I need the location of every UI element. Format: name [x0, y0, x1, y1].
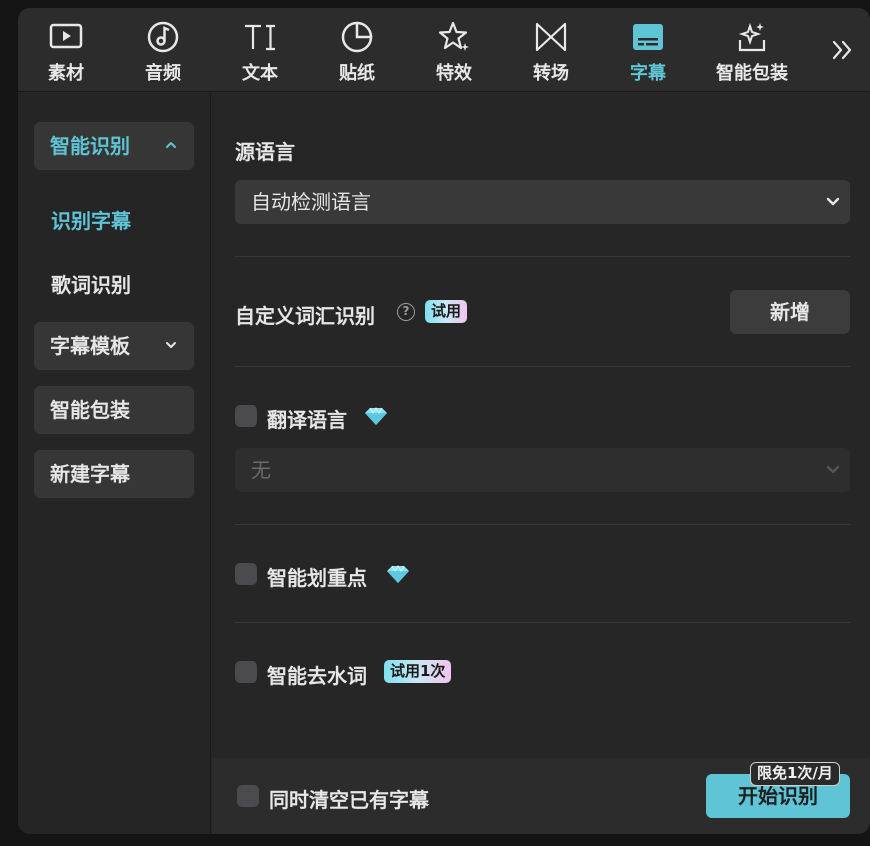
sidebar: 智能识别 识别字幕 歌词识别 字幕模板 智能包装 新建字幕: [18, 93, 211, 834]
diamond-vip-icon: [365, 407, 387, 425]
footer-bar: 同时清空已有字幕 开始识别 限免1次/月: [212, 758, 870, 834]
diamond-vip-icon: [387, 565, 409, 583]
tab-effects[interactable]: 特效: [406, 8, 502, 92]
sidebar-item-recognize-subtitles[interactable]: 识别字幕: [51, 205, 131, 234]
tab-text-label: 文本: [242, 63, 278, 84]
custom-vocab-title: 自定义词汇识别: [235, 304, 375, 328]
filler-removal-label: 智能去水词: [267, 664, 367, 688]
tab-transition[interactable]: 转场: [503, 8, 599, 92]
chevron-down-icon: [826, 465, 840, 474]
sidebar-item-subtitle-templates[interactable]: 字幕模板: [34, 322, 194, 370]
sticker-icon: [339, 20, 375, 54]
divider: [235, 524, 850, 525]
effects-star-icon: [436, 20, 472, 54]
trial-badge: 试用: [425, 300, 468, 323]
tab-subtitle[interactable]: 字幕: [600, 8, 696, 92]
divider: [235, 256, 850, 257]
subtitle-panel: 素材 音频 文本 贴纸 特效 转场 字幕 智能包装 智能识别 识别字幕 歌词识别…: [18, 8, 870, 834]
tab-text[interactable]: 文本: [212, 8, 308, 92]
sidebar-item-label: 字幕模板: [50, 334, 130, 358]
sidebar-item-smart-package[interactable]: 智能包装: [34, 386, 194, 434]
translate-checkbox[interactable]: [235, 405, 257, 427]
quota-badge: 限免1次/月: [750, 762, 840, 786]
sidebar-item-lyrics-recognition[interactable]: 歌词识别: [51, 269, 131, 298]
translate-language-value: 无: [251, 458, 271, 482]
media-play-icon: [48, 20, 84, 54]
filler-removal-checkbox[interactable]: [235, 661, 257, 683]
clear-existing-checkbox[interactable]: [237, 785, 259, 807]
smart-highlight-checkbox[interactable]: [235, 563, 257, 585]
chevron-up-icon: [164, 122, 178, 170]
clear-existing-label: 同时清空已有字幕: [269, 788, 429, 812]
transition-icon: [533, 20, 569, 54]
tab-transition-label: 转场: [533, 63, 569, 84]
tab-smart-package[interactable]: 智能包装: [703, 8, 801, 92]
tab-sticker-label: 贴纸: [339, 63, 375, 84]
subtitle-icon: [630, 20, 666, 54]
tab-audio-label: 音频: [145, 63, 181, 84]
tab-smart-package-label: 智能包装: [716, 63, 788, 84]
sidebar-item-label: 智能识别: [50, 134, 130, 158]
source-language-select[interactable]: 自动检测语言: [235, 180, 850, 224]
source-language-value: 自动检测语言: [251, 190, 371, 214]
top-toolbar: 素材 音频 文本 贴纸 特效 转场 字幕 智能包装: [18, 8, 870, 92]
tab-media[interactable]: 素材: [18, 8, 114, 92]
source-language-title: 源语言: [235, 140, 295, 164]
music-note-icon: [145, 20, 181, 54]
sidebar-item-smart-recognition[interactable]: 智能识别: [34, 122, 194, 170]
chevron-down-icon: [826, 197, 840, 206]
double-chevron-right-icon[interactable]: [828, 36, 856, 64]
tab-subtitle-label: 字幕: [630, 63, 666, 84]
smart-highlight-label: 智能划重点: [267, 566, 367, 590]
translate-label: 翻译语言: [267, 408, 347, 432]
divider: [235, 622, 850, 623]
add-vocab-button[interactable]: 新增: [730, 290, 850, 334]
chevron-down-icon: [164, 322, 178, 370]
main-content: 源语言 自动检测语言 自定义词汇识别 ? 试用 新增 翻译语言 无 智能划重点 …: [212, 93, 870, 758]
divider: [235, 366, 850, 367]
sidebar-item-new-subtitle[interactable]: 新建字幕: [34, 450, 194, 498]
tab-sticker[interactable]: 贴纸: [309, 8, 405, 92]
tab-media-label: 素材: [48, 63, 84, 84]
translate-language-select[interactable]: 无: [235, 448, 850, 492]
tab-audio[interactable]: 音频: [115, 8, 211, 92]
help-icon[interactable]: ?: [397, 303, 415, 321]
tab-effects-label: 特效: [436, 63, 472, 84]
trial-once-badge: 试用1次: [384, 660, 452, 683]
text-ti-icon: [242, 20, 278, 54]
smart-package-icon: [734, 20, 770, 54]
